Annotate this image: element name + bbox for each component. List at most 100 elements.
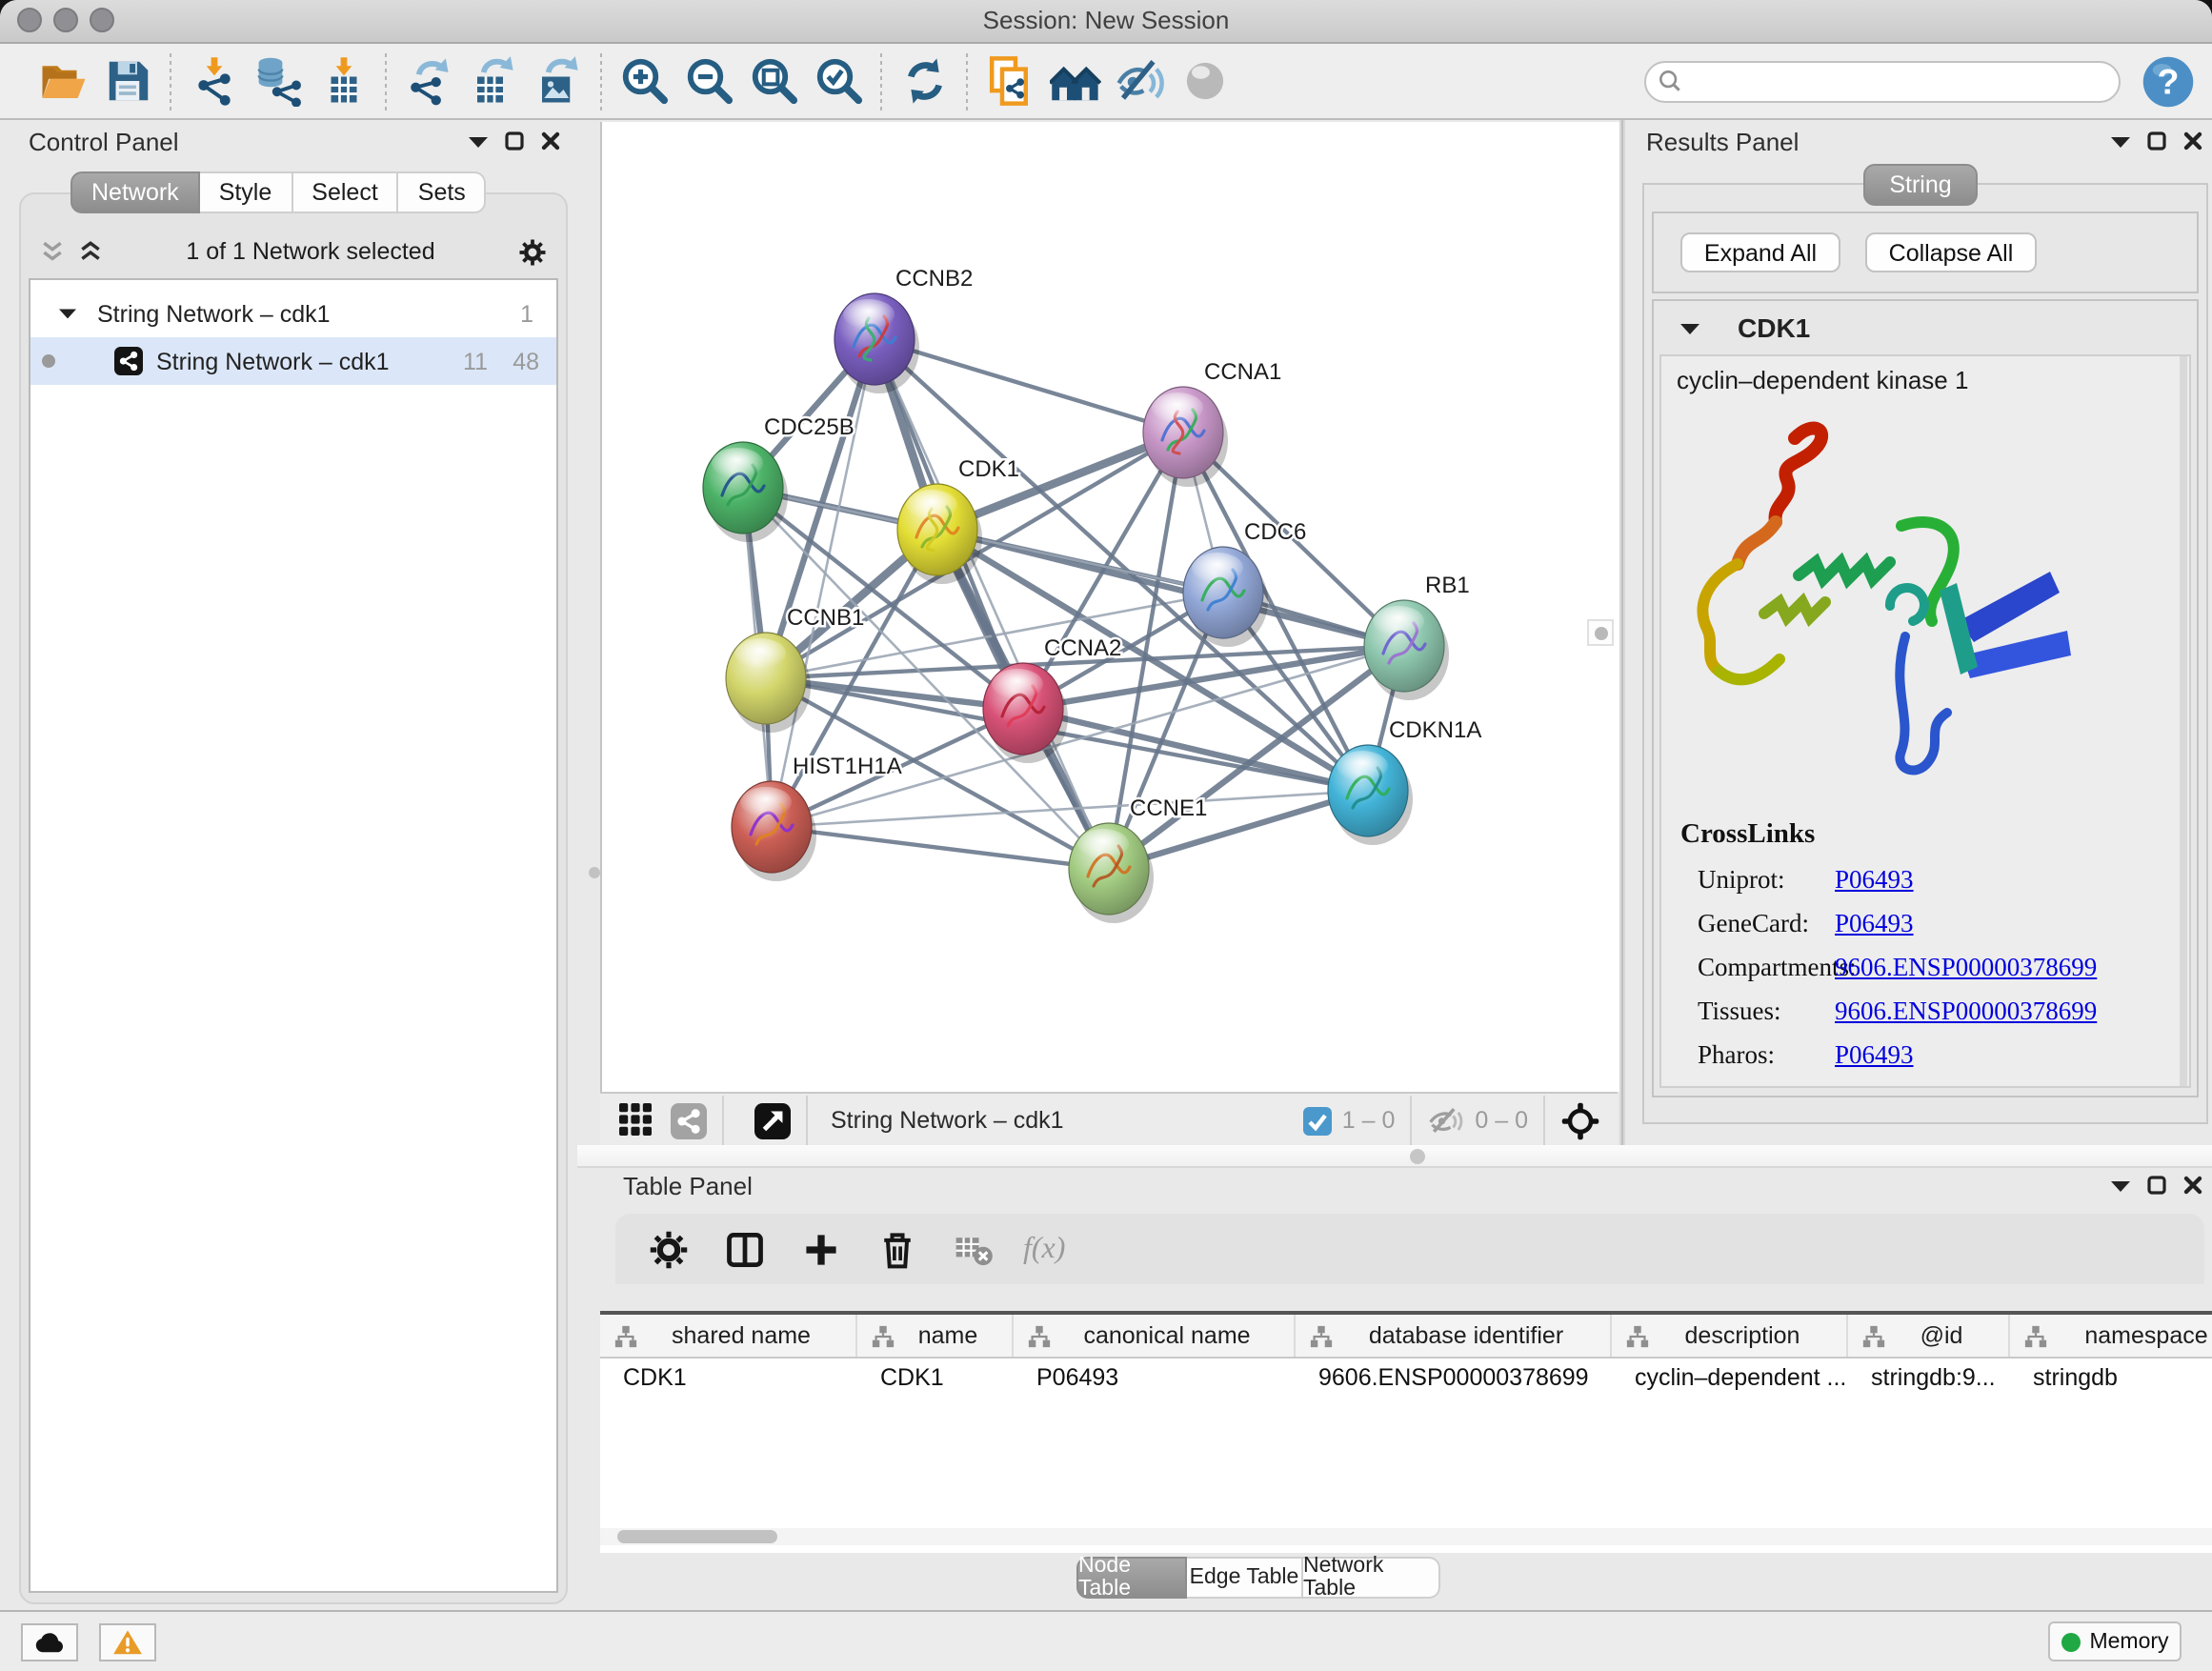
network-row[interactable]: String Network – cdk1 11 48 bbox=[30, 337, 556, 385]
column-header-shared-name[interactable]: shared name bbox=[600, 1315, 857, 1357]
network-node-HIST1H1A[interactable]: HIST1H1A bbox=[732, 754, 902, 881]
open-session-button[interactable] bbox=[30, 49, 95, 113]
column-header-description[interactable]: description bbox=[1612, 1315, 1848, 1357]
zoom-in-icon bbox=[618, 55, 670, 107]
export-table-button[interactable] bbox=[461, 49, 526, 113]
save-session-button[interactable] bbox=[95, 49, 160, 113]
import-network-database-button[interactable] bbox=[246, 49, 311, 113]
splitter-handle[interactable] bbox=[1410, 1149, 1425, 1164]
fit-selected-button[interactable] bbox=[1560, 1100, 1600, 1140]
network-canvas[interactable]: CCNB2CCNA1CDC25BCDK1CDC6RB1CCNB1CCNA2CDK… bbox=[600, 122, 1619, 1092]
show-columns-button[interactable] bbox=[718, 1222, 772, 1276]
table-cell[interactable]: 9606.ENSP00000378699 bbox=[1296, 1359, 1612, 1399]
function-builder-button[interactable]: f(x) bbox=[1023, 1232, 1065, 1266]
collapse-all-button[interactable]: Collapse All bbox=[1865, 232, 2037, 272]
tab-style[interactable]: Style bbox=[200, 171, 293, 213]
results-scrollbar[interactable] bbox=[2180, 356, 2187, 1086]
warnings-button[interactable] bbox=[99, 1623, 156, 1661]
network-from-selection-button[interactable] bbox=[977, 49, 1042, 113]
results-panel-float-button[interactable] bbox=[2147, 131, 2166, 151]
cloud-status-button[interactable] bbox=[21, 1623, 78, 1661]
control-panel-collapse-button[interactable] bbox=[469, 134, 488, 148]
zoom-selected-button[interactable] bbox=[806, 49, 871, 113]
collapse-all-networks-button[interactable] bbox=[40, 239, 65, 264]
network-node-CCNE1[interactable]: CCNE1 bbox=[1069, 795, 1207, 923]
search-input[interactable] bbox=[1644, 60, 2121, 102]
tab-node-table[interactable]: Node Table bbox=[1076, 1557, 1187, 1599]
memory-button[interactable]: Memory bbox=[2048, 1621, 2182, 1661]
tree-expander-icon[interactable] bbox=[59, 307, 76, 320]
table-panel-float-button[interactable] bbox=[2147, 1176, 2166, 1195]
network-node-RB1[interactable]: RB1 bbox=[1364, 573, 1470, 700]
vertical-splitter[interactable] bbox=[1619, 120, 1625, 1145]
scrollbar-thumb[interactable] bbox=[617, 1530, 777, 1543]
table-row[interactable]: CDK1CDK1P064939606.ENSP00000378699cyclin… bbox=[600, 1359, 2212, 1399]
table-cell[interactable]: stringdb:9... bbox=[1848, 1359, 2010, 1399]
control-panel-close-button[interactable] bbox=[541, 131, 560, 151]
tab-network-table[interactable]: Network Table bbox=[1303, 1557, 1440, 1599]
column-header-database-identifier[interactable]: database identifier bbox=[1296, 1315, 1612, 1357]
column-header-name[interactable]: name bbox=[857, 1315, 1014, 1357]
network-node-CCNA1[interactable]: CCNA1 bbox=[1143, 359, 1281, 487]
network-node-CCNB1[interactable]: CCNB1 bbox=[726, 605, 864, 733]
birds-eye-view-button[interactable] bbox=[754, 1102, 791, 1138]
network-node-CDKN1A[interactable]: CDKN1A bbox=[1328, 717, 1481, 845]
zoom-fit-button[interactable] bbox=[741, 49, 806, 113]
tab-edge-table[interactable]: Edge Table bbox=[1187, 1557, 1303, 1599]
table-cell[interactable]: P06493 bbox=[1014, 1359, 1296, 1399]
control-panel-float-button[interactable] bbox=[505, 131, 524, 151]
table-cell[interactable]: CDK1 bbox=[600, 1359, 857, 1399]
zoom-in-button[interactable] bbox=[612, 49, 676, 113]
zoom-out-button[interactable] bbox=[676, 49, 741, 113]
expand-all-button[interactable]: Expand All bbox=[1680, 232, 1840, 272]
network-view-button[interactable] bbox=[671, 1102, 707, 1138]
screen: Session: New Session ? bbox=[0, 0, 2212, 1671]
crosslink-link[interactable]: 9606.ENSP00000378699 bbox=[1835, 953, 2097, 983]
tab-network[interactable]: Network bbox=[70, 171, 200, 213]
grid-view-button[interactable] bbox=[619, 1103, 654, 1137]
table-panel-collapse-button[interactable] bbox=[2111, 1178, 2130, 1192]
help-button[interactable]: ? bbox=[2140, 52, 2197, 110]
delete-table-button[interactable] bbox=[947, 1222, 1000, 1276]
network-options-button[interactable] bbox=[518, 237, 547, 266]
column-header-namespace[interactable]: namespace bbox=[2010, 1315, 2212, 1357]
network-graph[interactable]: CCNB2CCNA1CDC25BCDK1CDC6RB1CCNB1CCNA2CDK… bbox=[602, 122, 1619, 1092]
import-network-file-button[interactable] bbox=[181, 49, 246, 113]
results-panel-close-button[interactable] bbox=[2183, 131, 2202, 151]
network-collection-row[interactable]: String Network – cdk1 1 bbox=[30, 290, 556, 337]
level-of-detail-button[interactable] bbox=[1172, 49, 1237, 113]
crosslink-link[interactable]: P06493 bbox=[1835, 865, 1914, 896]
tab-string[interactable]: String bbox=[1863, 164, 1978, 206]
hide-graphics-details-button[interactable] bbox=[1107, 49, 1172, 113]
export-network-button[interactable] bbox=[396, 49, 461, 113]
table-cell[interactable]: CDK1 bbox=[857, 1359, 1014, 1399]
vertical-splitter-handle[interactable] bbox=[1587, 619, 1614, 646]
column-header--id[interactable]: @id bbox=[1848, 1315, 2010, 1357]
horizontal-splitter[interactable] bbox=[577, 1145, 2212, 1168]
crosslink-link[interactable]: 9606.ENSP00000378699 bbox=[1835, 997, 2097, 1027]
delete-column-button[interactable] bbox=[871, 1222, 924, 1276]
import-table-file-button[interactable] bbox=[311, 49, 375, 113]
left-splitter-handle[interactable] bbox=[587, 859, 600, 884]
network-node-CDC6[interactable]: CDC6 bbox=[1183, 519, 1306, 647]
table-cell[interactable]: cyclin–dependent ... bbox=[1612, 1359, 1848, 1399]
tab-select[interactable]: Select bbox=[292, 171, 399, 213]
export-image-button[interactable] bbox=[526, 49, 591, 113]
table-horizontal-scrollbar[interactable] bbox=[600, 1528, 2212, 1545]
tab-sets[interactable]: Sets bbox=[399, 171, 487, 213]
table-options-button[interactable] bbox=[642, 1222, 695, 1276]
crosslink-link[interactable]: P06493 bbox=[1835, 1040, 1914, 1071]
hidden-eye-slash-icon bbox=[1427, 1105, 1465, 1136]
add-column-button[interactable] bbox=[794, 1222, 848, 1276]
expand-all-networks-button[interactable] bbox=[78, 239, 103, 264]
results-panel-collapse-button[interactable] bbox=[2111, 134, 2130, 148]
float-window-icon bbox=[2147, 1176, 2166, 1195]
column-header-canonical-name[interactable]: canonical name bbox=[1014, 1315, 1296, 1357]
network-node-CCNB2[interactable]: CCNB2 bbox=[835, 266, 973, 393]
refresh-view-button[interactable] bbox=[892, 49, 956, 113]
table-cell[interactable]: stringdb bbox=[2010, 1359, 2212, 1399]
gene-expander-icon[interactable] bbox=[1680, 321, 1699, 334]
crosslink-link[interactable]: P06493 bbox=[1835, 909, 1914, 939]
table-panel-close-button[interactable] bbox=[2183, 1176, 2202, 1195]
first-neighbors-button[interactable] bbox=[1042, 49, 1107, 113]
